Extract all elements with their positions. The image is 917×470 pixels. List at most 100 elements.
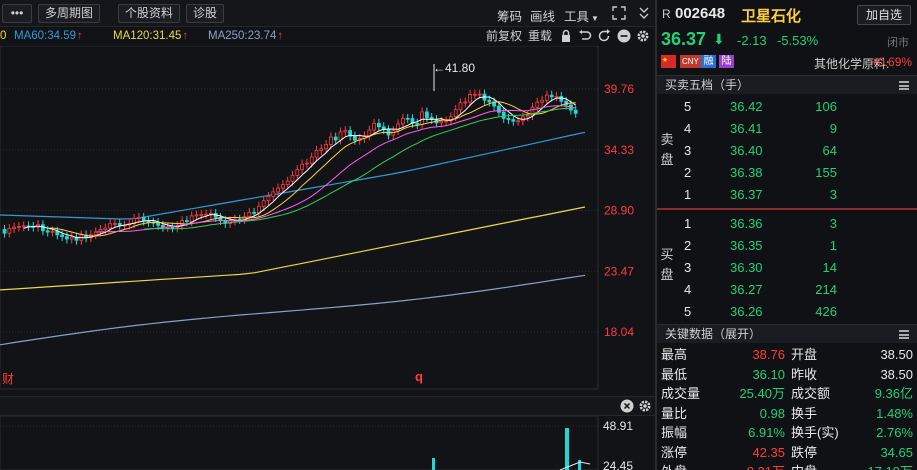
tools-menu[interactable]: 工具 ▼ xyxy=(564,6,599,25)
collapse-icon[interactable] xyxy=(637,5,651,24)
candle-body xyxy=(464,102,467,103)
adjust-forward-link[interactable]: 前复权 xyxy=(486,27,522,45)
order-level: 4 xyxy=(684,279,691,301)
candle-body xyxy=(51,231,54,232)
order-volume: 155 xyxy=(815,162,837,184)
volume-sub-chart[interactable]: 48.91 24.45 xyxy=(0,416,655,470)
candle-body xyxy=(344,131,347,132)
key-data-value: 38.50 xyxy=(880,345,913,364)
candle-body xyxy=(334,137,337,140)
candle-body xyxy=(195,215,198,216)
key-data-value: 38.50 xyxy=(880,365,913,384)
orderbook-row[interactable]: 5 36.42 106 xyxy=(657,96,917,118)
order-volume: 1 xyxy=(830,235,837,257)
caret-down-icon: ▼ xyxy=(591,14,599,23)
candle-body xyxy=(325,144,328,148)
candle-body xyxy=(301,164,304,169)
orderbook-row[interactable]: 1 36.36 3 xyxy=(657,213,917,235)
connect-badge: 陆 xyxy=(719,55,734,68)
candle-body xyxy=(497,106,500,112)
key-data-value: 36.10 xyxy=(752,365,785,384)
candle-body xyxy=(320,149,323,151)
candle-body xyxy=(502,112,505,118)
ma-legend-row: 0 MA60:34.59↑ MA120:31.45↑ MA250:23.74↑ … xyxy=(0,27,655,45)
key-data-row: 涨停 42.35 跌停 34.65 xyxy=(657,443,917,463)
candle-body xyxy=(118,223,121,225)
volume-bar xyxy=(578,460,581,470)
order-volume: 14 xyxy=(823,257,837,279)
candle-body xyxy=(257,206,260,212)
candle-body xyxy=(70,237,73,239)
candle-body xyxy=(541,100,544,102)
candle-body xyxy=(536,102,539,107)
order-volume: 9 xyxy=(830,118,837,140)
key-data-value: 6.91% xyxy=(748,423,785,442)
expand-icon[interactable] xyxy=(611,5,627,24)
gear-icon[interactable] xyxy=(638,399,652,416)
stock-info-button[interactable]: 个股资料 xyxy=(118,4,180,23)
order-level: 2 xyxy=(684,162,691,184)
y-tick-label: 18.04 xyxy=(604,325,634,339)
candle-body xyxy=(459,103,462,110)
order-level: 1 xyxy=(684,213,691,235)
key-data-title[interactable]: 关键数据（展开） xyxy=(665,327,761,341)
order-price: 36.26 xyxy=(730,301,763,323)
order-price: 36.36 xyxy=(730,213,763,235)
orderbook-divider xyxy=(657,208,917,210)
candle-body xyxy=(368,130,371,136)
cny-badge: CNY xyxy=(680,55,701,68)
key-data-label: 成交额 xyxy=(791,384,830,403)
key-data-label: 跌停 xyxy=(791,443,817,462)
orderbook-row[interactable]: 4 36.41 9 xyxy=(657,118,917,140)
more-menu-button[interactable]: ••• xyxy=(2,4,32,23)
sub-plot-border xyxy=(0,416,598,470)
ma120-line xyxy=(0,207,585,290)
orderbook-row[interactable]: 3 36.40 64 xyxy=(657,140,917,162)
candle-body xyxy=(277,188,280,192)
orderbook-row[interactable]: 4 36.27 214 xyxy=(657,279,917,301)
ma120-legend: MA120:31.45↑ xyxy=(113,27,188,45)
key-data-label: 最高 xyxy=(661,345,687,364)
chips-link[interactable]: 筹码 xyxy=(497,6,522,25)
orderbook-row[interactable]: 1 36.37 3 xyxy=(657,184,917,206)
menu-icon[interactable] xyxy=(899,330,909,339)
y-tick-label: 34.33 xyxy=(604,143,634,157)
volume-bar xyxy=(432,458,435,470)
y-tick-label: 23.47 xyxy=(604,264,634,278)
order-level: 3 xyxy=(684,257,691,279)
kline-chart[interactable]: 39.76 34.33 28.90 23.47 18.04 ←41.80 财 q xyxy=(0,46,655,391)
candle-body xyxy=(478,94,481,95)
candle-body xyxy=(3,230,6,234)
candle-body xyxy=(555,96,558,97)
close-circle-icon[interactable] xyxy=(620,399,634,416)
candle-body xyxy=(416,123,419,124)
overlay-link[interactable]: 重载 xyxy=(528,27,552,45)
candle-body xyxy=(445,121,448,122)
candle-body xyxy=(109,224,112,228)
key-data-label: 换手 xyxy=(791,404,817,423)
orderbook-row[interactable]: 5 36.26 426 xyxy=(657,301,917,323)
orderbook-row[interactable]: 2 36.38 155 xyxy=(657,162,917,184)
quote-panel: R 002648 卫星石化 加自选 36.37 ⬇ -2.13 -5.53% 闭… xyxy=(657,0,917,470)
draw-line-link[interactable]: 画线 xyxy=(530,6,555,25)
margin-badge: 融 xyxy=(701,55,716,68)
multi-period-button[interactable]: 多周期图 xyxy=(38,4,100,23)
candle-body xyxy=(200,214,203,215)
menu-icon[interactable] xyxy=(899,81,909,90)
candle-body xyxy=(560,96,563,101)
key-data-label: 振幅 xyxy=(661,423,687,442)
chart-toolbar: ••• 多周期图 个股资料 诊股 筹码 画线 工具 ▼ xyxy=(0,0,655,27)
diagnose-button[interactable]: 诊股 xyxy=(186,4,224,23)
key-data-label: 外盘 xyxy=(661,462,687,470)
add-watchlist-button[interactable]: 加自选 xyxy=(857,5,911,25)
max-price-label: ←41.80 xyxy=(433,61,475,75)
key-data-title-bar: 关键数据（展开） xyxy=(657,324,917,343)
order-price: 36.40 xyxy=(730,140,763,162)
orderbook-row[interactable]: 3 36.30 14 xyxy=(657,257,917,279)
orderbook-title-bar: 买卖五档（手） xyxy=(657,75,917,94)
r-prefix: R xyxy=(662,7,671,21)
candle-body xyxy=(104,228,107,229)
key-data-label: 内盘 xyxy=(791,462,817,470)
orderbook-row[interactable]: 2 36.35 1 xyxy=(657,235,917,257)
up-arrow-icon: ↑ xyxy=(77,30,83,42)
